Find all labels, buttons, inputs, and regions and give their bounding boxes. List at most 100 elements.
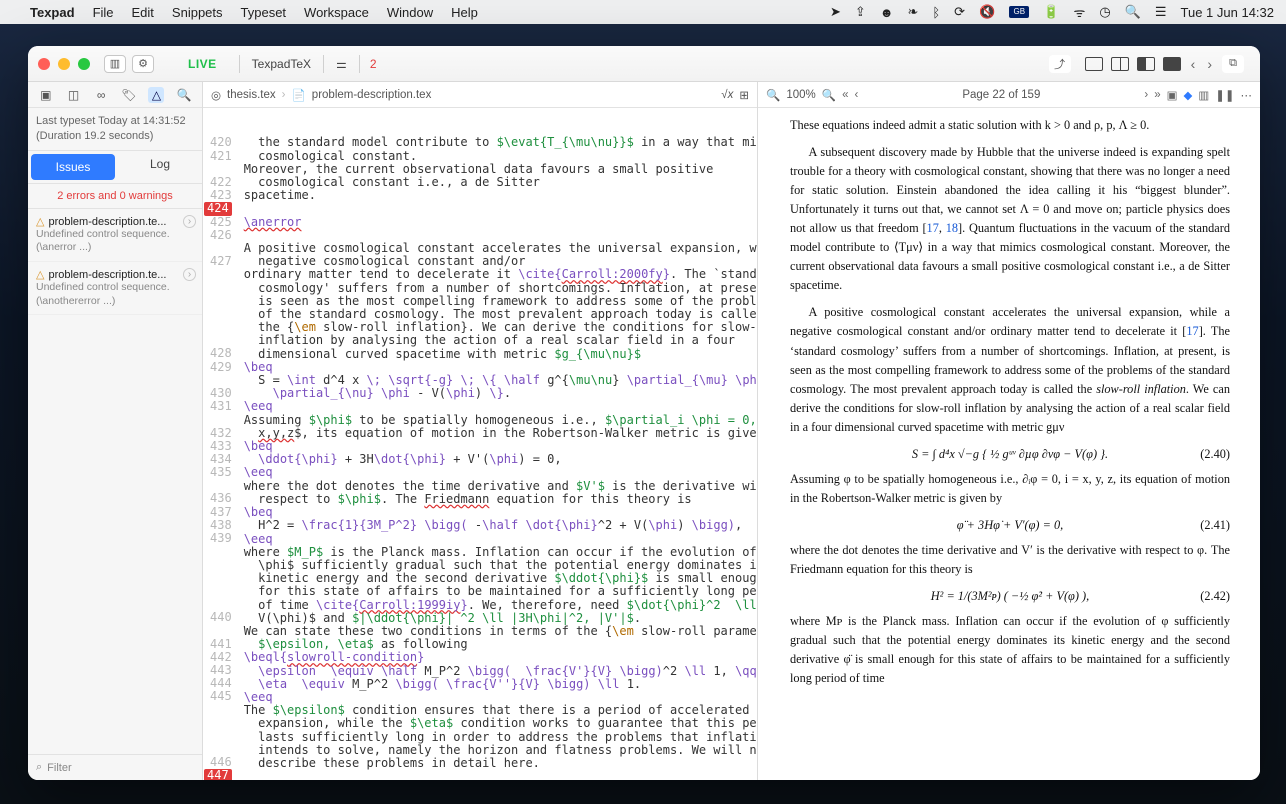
input-source-flag[interactable]: GB bbox=[1009, 6, 1029, 18]
control-center-icon[interactable]: ☰ bbox=[1155, 4, 1167, 20]
issue-detail: (\anothererror ...) bbox=[36, 295, 196, 309]
menu-help[interactable]: Help bbox=[451, 5, 478, 20]
battery-icon[interactable]: 🔋 bbox=[1043, 4, 1059, 20]
tool-search-icon[interactable]: 🔍 bbox=[176, 88, 192, 102]
citation-ref[interactable]: 17 bbox=[927, 221, 939, 235]
preview-opt1-icon[interactable]: ▣ bbox=[1167, 88, 1178, 102]
typeset-duration: (Duration 19.2 seconds) bbox=[36, 129, 194, 144]
crumb-root[interactable]: thesis.tex bbox=[227, 89, 276, 101]
menubar-clock[interactable]: Tue 1 Jun 14:32 bbox=[1181, 5, 1274, 20]
sidebar-tabs: Issues Log bbox=[28, 151, 202, 184]
wifi-icon[interactable]: ᯤ bbox=[1073, 3, 1085, 21]
minimize-button[interactable] bbox=[58, 58, 70, 70]
tool-outline-icon[interactable]: ◫ bbox=[65, 88, 81, 102]
issue-item[interactable]: △ problem-description.te... › Undefined c… bbox=[28, 262, 202, 315]
sidebar-toolbar: ▣ ◫ ∞ 🏷 △ 🔍 bbox=[28, 82, 202, 108]
separator bbox=[323, 55, 324, 73]
preview-body[interactable]: These equations indeed admit a static so… bbox=[758, 108, 1260, 780]
page-indicator: Page 22 of 159 bbox=[866, 89, 1136, 101]
layout-single-button[interactable] bbox=[1085, 57, 1103, 71]
issue-item[interactable]: △problem-description.te... › Undefined c… bbox=[28, 209, 202, 262]
menu-window[interactable]: Window bbox=[387, 5, 433, 20]
separator bbox=[359, 55, 360, 73]
equation: S = ∫ d⁴x √−g { ½ gᵘᵛ ∂µφ ∂νφ − V(φ) }.(… bbox=[790, 445, 1230, 464]
equation: φ̈ + 3Hφ̇ + V′(φ) = 0,(2.41) bbox=[790, 516, 1230, 535]
preview-more-icon[interactable]: ⋯ bbox=[1241, 88, 1253, 102]
equation-number: (2.42) bbox=[1200, 587, 1230, 606]
window-traffic-lights bbox=[38, 58, 90, 70]
dropbox-icon[interactable]: ⇪ bbox=[855, 4, 866, 20]
nav-back-button[interactable]: ‹ bbox=[1189, 56, 1198, 72]
tool-tag-icon[interactable]: 🏷 bbox=[121, 88, 137, 102]
tab-log[interactable]: Log bbox=[118, 151, 202, 183]
last-page-icon[interactable]: » bbox=[1154, 89, 1160, 101]
editor-math-icon[interactable]: √x bbox=[721, 89, 733, 101]
typeset-status: Last typeset Today at 14:31:52 (Duration… bbox=[28, 108, 202, 151]
zoom-button[interactable] bbox=[78, 58, 90, 70]
issue-go-icon[interactable]: › bbox=[183, 215, 196, 228]
preview-text: A subsequent discovery made by Hubble th… bbox=[790, 143, 1230, 295]
layout-editor-button[interactable] bbox=[1137, 57, 1155, 71]
next-page-icon[interactable]: › bbox=[1144, 89, 1148, 101]
nav-fwd-button[interactable]: › bbox=[1205, 56, 1214, 72]
preview-columns-icon[interactable]: ▥ bbox=[1198, 88, 1209, 102]
preview-text: Assuming φ to be spatially homogeneous i… bbox=[790, 470, 1230, 508]
app-name[interactable]: Texpad bbox=[30, 5, 75, 20]
status-icon-2[interactable]: ❧ bbox=[907, 4, 918, 20]
mute-icon[interactable]: 🔇 bbox=[979, 4, 995, 20]
preview-text: A positive cosmological constant acceler… bbox=[790, 303, 1230, 436]
layout-split-button[interactable] bbox=[1111, 57, 1129, 71]
issue-msg: Undefined control sequence. bbox=[36, 281, 196, 295]
sync-icon[interactable]: ⟳ bbox=[954, 4, 965, 20]
share-icon[interactable]: ⤴ bbox=[1049, 55, 1071, 73]
issue-go-icon[interactable]: › bbox=[183, 268, 196, 281]
first-page-icon[interactable]: « bbox=[842, 89, 848, 101]
sliders-icon[interactable]: ⚌ bbox=[336, 57, 347, 71]
warning-icon: △ bbox=[36, 269, 44, 281]
zoom-out-icon[interactable]: 🔍 bbox=[766, 88, 780, 102]
warning-icon: △ bbox=[36, 216, 44, 228]
citation-ref[interactable]: 17 bbox=[1186, 324, 1198, 338]
preview-pane: 🔍 100% 🔍 « ‹ Page 22 of 159 › » ▣ ◆ ▥ ❚❚… bbox=[758, 82, 1260, 780]
menu-edit[interactable]: Edit bbox=[132, 5, 154, 20]
layout-preview-button[interactable] bbox=[1163, 57, 1181, 71]
clock-icon[interactable]: ◷ bbox=[1099, 4, 1110, 20]
citation-ref[interactable]: 18 bbox=[946, 221, 958, 235]
tool-link-icon[interactable]: ∞ bbox=[93, 88, 109, 102]
menu-workspace[interactable]: Workspace bbox=[304, 5, 369, 20]
location-icon[interactable]: ➤ bbox=[830, 4, 841, 20]
app-window: ▥ ⚙ LIVE TexpadTeX ⚌ 2 ⤴ ‹ › ⧉ ▣ ◫ ∞ 🏷 bbox=[28, 46, 1260, 780]
menu-typeset[interactable]: Typeset bbox=[241, 5, 287, 20]
filter-label: Filter bbox=[47, 762, 71, 774]
close-button[interactable] bbox=[38, 58, 50, 70]
issue-file: problem-description.te... bbox=[48, 269, 166, 281]
titlebar: ▥ ⚙ LIVE TexpadTeX ⚌ 2 ⤴ ‹ › ⧉ bbox=[28, 46, 1260, 82]
tab-issues[interactable]: Issues bbox=[31, 154, 115, 180]
preview-toolbar: 🔍 100% 🔍 « ‹ Page 22 of 159 › » ▣ ◆ ▥ ❚❚… bbox=[758, 82, 1260, 108]
engine-label[interactable]: TexpadTeX bbox=[252, 57, 311, 71]
error-count-badge[interactable]: 2 bbox=[370, 57, 377, 71]
export-icon[interactable]: ⧉ bbox=[1222, 55, 1244, 73]
tool-select-icon[interactable]: ▣ bbox=[38, 88, 54, 102]
preview-sync-icon[interactable]: ◆ bbox=[1183, 88, 1192, 102]
status-icon-1[interactable]: ☻ bbox=[880, 5, 894, 20]
editor-grid-icon[interactable]: ⊞ bbox=[739, 88, 749, 102]
toggle-sidebar-button[interactable]: ▥ bbox=[104, 55, 126, 73]
equation-number: (2.41) bbox=[1200, 516, 1230, 535]
crumb-leaf[interactable]: problem-description.tex bbox=[312, 89, 432, 101]
settings-button[interactable]: ⚙ bbox=[132, 55, 154, 73]
separator bbox=[239, 55, 240, 73]
sidebar-filter[interactable]: ⌕ Filter bbox=[28, 754, 202, 780]
menu-file[interactable]: File bbox=[93, 5, 114, 20]
menu-snippets[interactable]: Snippets bbox=[172, 5, 223, 20]
spotlight-icon[interactable]: 🔍 bbox=[1125, 4, 1141, 20]
preview-pause-icon[interactable]: ❚❚ bbox=[1215, 88, 1234, 102]
bluetooth-icon[interactable]: ᛒ bbox=[932, 5, 940, 20]
zoom-in-icon[interactable]: 🔍 bbox=[822, 88, 836, 102]
sidebar: ▣ ◫ ∞ 🏷 △ 🔍 Last typeset Today at 14:31:… bbox=[28, 82, 203, 780]
target-icon[interactable]: ◎ bbox=[211, 88, 221, 102]
prev-page-icon[interactable]: ‹ bbox=[854, 89, 858, 101]
tool-warnings-icon[interactable]: △ bbox=[148, 87, 164, 103]
code-editor[interactable]: 4204214224234244254264274284294304314324… bbox=[203, 108, 757, 780]
chevron-right-icon: › bbox=[282, 89, 286, 101]
